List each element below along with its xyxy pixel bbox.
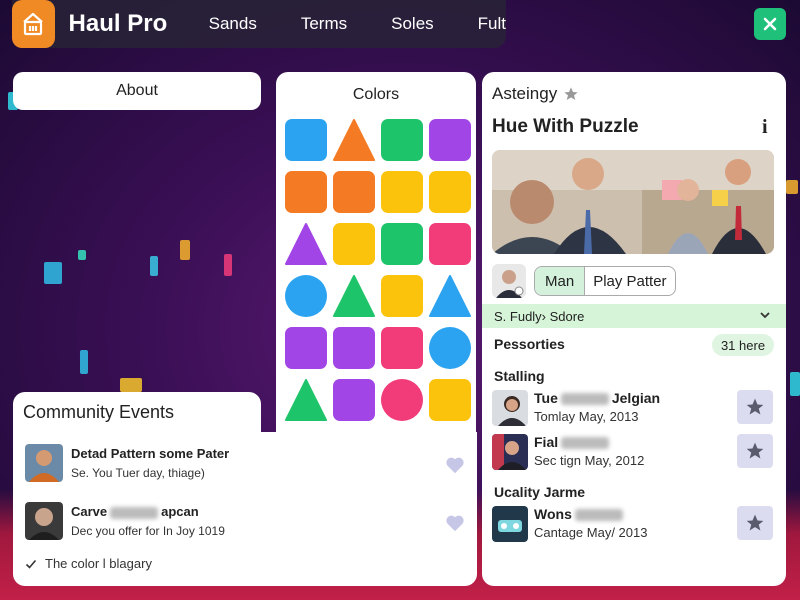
color-tile-square[interactable] (428, 118, 472, 162)
color-tile-square[interactable] (332, 326, 376, 370)
item-subtitle: Cantage May/ 2013 (534, 525, 648, 540)
bg-pixel (224, 254, 232, 276)
color-tile-square[interactable] (380, 326, 424, 370)
color-tile-square[interactable] (380, 118, 424, 162)
list-item[interactable]: Tue Jelgian Tomlay May, 2013 (492, 390, 778, 428)
favorite-button[interactable] (737, 390, 773, 424)
color-tile-square[interactable] (332, 378, 376, 422)
favorite-button[interactable] (737, 506, 773, 540)
close-icon (763, 17, 777, 31)
colors-panel: Colors (276, 72, 476, 440)
sort-select[interactable]: S. Fudly› Sdore (482, 304, 786, 328)
top-nav-bar: Haul Pro Sands Terms Soles Fult (12, 0, 506, 48)
section-stalling: Stalling (494, 368, 545, 384)
bg-pixel (44, 262, 62, 284)
event-subtitle: Se. You Tuer day, thiage) (71, 466, 205, 480)
about-button[interactable]: About (13, 72, 261, 110)
section-pessorties: Pessorties (494, 336, 565, 352)
color-tile-square[interactable] (284, 170, 328, 214)
puzzle-title: Hue With Puzzle (492, 116, 639, 137)
panel-header: Asteingy (492, 84, 579, 104)
logo-home-button[interactable] (12, 0, 55, 48)
close-button[interactable] (754, 8, 786, 40)
chevron-down-icon (760, 312, 770, 319)
nav-item-terms[interactable]: Terms (301, 14, 347, 34)
heart-icon[interactable] (445, 456, 465, 474)
color-tile-square[interactable] (380, 274, 424, 318)
item-title: Fial (534, 434, 612, 450)
event-title: Detad Pattern some Pater (71, 446, 230, 461)
color-tile-square[interactable] (332, 222, 376, 266)
item-thumbnail (492, 434, 528, 470)
colors-title: Colors (352, 86, 400, 103)
star-icon (746, 442, 764, 459)
list-item[interactable]: Fial Sec tign May, 2012 (492, 434, 778, 472)
color-tile-triangle[interactable] (332, 274, 376, 318)
panel-header-label: Asteingy (492, 84, 558, 103)
bg-pixel (786, 180, 798, 194)
star-icon (746, 514, 764, 531)
color-tile-circle[interactable] (284, 274, 328, 318)
bg-pixel (790, 372, 800, 396)
color-tile-triangle[interactable] (332, 118, 376, 162)
color-tile-square[interactable] (428, 222, 472, 266)
puzzle-detail-panel: Asteingy Hue With Puzzle i Man Play Patt… (482, 72, 786, 586)
community-events-title: Community Events (13, 392, 261, 432)
color-tile-circle[interactable] (380, 378, 424, 422)
event-thumbnail (25, 444, 63, 482)
bg-pixel (78, 250, 86, 260)
events-footer-label: The color l blagary (45, 556, 152, 571)
event-title: Carve apcan (71, 504, 199, 519)
event-thumbnail (25, 502, 63, 540)
mode-chip-man[interactable]: Man (535, 267, 586, 295)
brand-name: Haul Pro (68, 10, 168, 37)
hero-photo (492, 150, 774, 254)
nav-item-fult[interactable]: Fult (478, 14, 506, 34)
community-events-panel: Detad Pattern some Pater Se. You Tuer da… (13, 432, 477, 586)
color-tile-square[interactable] (428, 170, 472, 214)
star-icon[interactable] (563, 86, 579, 102)
heart-icon[interactable] (445, 514, 465, 532)
bg-pixel (180, 240, 190, 260)
event-item[interactable]: Detad Pattern some Pater Se. You Tuer da… (25, 444, 465, 488)
bg-pixel (120, 378, 142, 392)
color-tile-circle[interactable] (428, 326, 472, 370)
color-tile-square[interactable] (380, 170, 424, 214)
color-tile-square[interactable] (380, 222, 424, 266)
item-title: Wons (534, 506, 626, 522)
item-title: Tue Jelgian (534, 390, 661, 406)
sort-select-value: S. Fudly› Sdore (494, 308, 585, 324)
color-tile-square[interactable] (332, 170, 376, 214)
item-subtitle: Sec tign May, 2012 (534, 453, 645, 468)
check-icon (25, 559, 37, 569)
color-tile-square[interactable] (428, 378, 472, 422)
event-subtitle: Dec you offer for In Joy 1019 (71, 524, 225, 538)
favorite-button[interactable] (737, 434, 773, 468)
count-badge: 31 here (712, 334, 774, 356)
nav-item-soles[interactable]: Soles (391, 14, 434, 34)
star-icon (746, 398, 764, 415)
color-tile-square[interactable] (284, 118, 328, 162)
mode-toggle: Man Play Patter (534, 266, 676, 296)
item-subtitle: Tomlay May, 2013 (534, 409, 639, 424)
color-tile-square[interactable] (284, 326, 328, 370)
list-item[interactable]: Wons Cantage May/ 2013 (492, 506, 778, 544)
info-icon[interactable]: i (762, 116, 768, 139)
user-avatar[interactable] (492, 264, 526, 298)
color-tile-triangle[interactable] (284, 222, 328, 266)
item-thumbnail (492, 506, 528, 542)
nav-item-sands[interactable]: Sands (209, 14, 257, 34)
item-thumbnail (492, 390, 528, 426)
color-tile-grid (284, 118, 472, 422)
section-ucality-jarme: Ucality Jarme (494, 484, 586, 500)
event-item[interactable]: Carve apcan Dec you offer for In Joy 1019 (25, 502, 465, 546)
mode-chip-play-patter[interactable]: Play Patter (585, 273, 674, 290)
color-tile-triangle[interactable] (284, 378, 328, 422)
events-footer-link[interactable]: The color l blagary (25, 556, 152, 571)
basket-icon (23, 12, 43, 36)
color-tile-triangle[interactable] (428, 274, 472, 318)
bg-pixel (150, 256, 158, 276)
bg-pixel (80, 350, 88, 374)
